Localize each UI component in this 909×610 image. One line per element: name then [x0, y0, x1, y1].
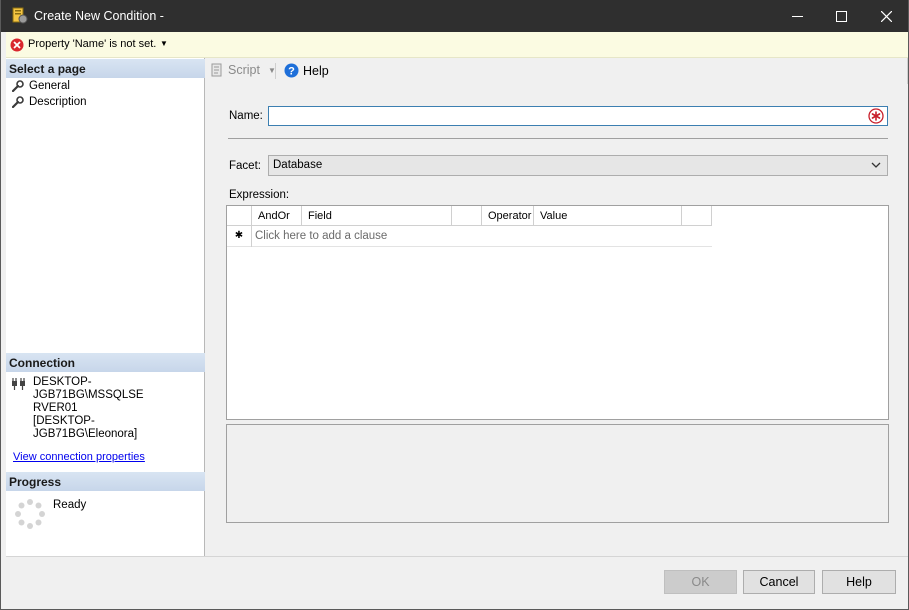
dialog-footer: OK Cancel Help [6, 556, 908, 609]
minimize-icon [791, 15, 803, 17]
ok-button[interactable]: OK [664, 570, 737, 594]
toolbar-edge [907, 58, 908, 84]
column-header-operator[interactable]: Operator [482, 206, 534, 226]
facet-label: Facet: [229, 160, 261, 172]
column-header-field-button [452, 206, 482, 226]
facet-selected-value: Database [273, 159, 323, 171]
connection-server-line1: DESKTOP-JGB71BG\MSSQLSE [33, 376, 144, 401]
connection-header: Connection [6, 353, 205, 372]
maximize-icon [835, 10, 847, 22]
toolbar-separator [275, 63, 276, 79]
grid-header: AndOr Field Operator Value [227, 206, 712, 226]
error-icon [10, 38, 24, 52]
chevron-down-icon [871, 162, 881, 168]
expression-grid: AndOr Field Operator Value ✱ Click here … [227, 206, 712, 247]
facet-select[interactable]: Database [268, 155, 888, 176]
form-divider [228, 138, 888, 139]
close-button[interactable] [863, 0, 909, 32]
script-icon [211, 63, 222, 77]
page-item-description[interactable]: Description [12, 94, 87, 110]
toolbar: Script ▼ ? Help [206, 58, 908, 84]
column-header-andor[interactable]: AndOr [252, 206, 302, 226]
banner-dropdown-icon[interactable]: ▼ [160, 39, 168, 48]
new-clause-row[interactable]: ✱ Click here to add a clause [227, 226, 712, 247]
help-icon: ? [284, 63, 299, 78]
minimize-button[interactable] [774, 0, 820, 32]
select-page-header: Select a page [6, 59, 205, 78]
validation-message: Property 'Name' is not set. [28, 38, 157, 50]
spinner-icon [15, 499, 45, 529]
column-header-value[interactable]: Value [534, 206, 682, 226]
create-new-condition-dialog: Create New Condition - Property 'Name' i… [0, 0, 909, 610]
add-clause-hint[interactable]: Click here to add a clause [255, 230, 387, 242]
right-pane: Script ▼ ? Help Name: Facet: Database Ex… [206, 58, 908, 556]
column-header-value-button [682, 206, 712, 226]
wrench-icon [12, 80, 24, 92]
script-button[interactable]: Script ▼ [210, 63, 276, 77]
expression-label: Expression: [229, 189, 290, 201]
validation-banner[interactable]: Property 'Name' is not set. ▼ [6, 32, 908, 58]
page-item-label: General [29, 80, 70, 92]
plug-icon [12, 378, 25, 390]
window-title: Create New Condition - [34, 9, 164, 23]
maximize-button[interactable] [818, 0, 864, 32]
progress-header: Progress [6, 472, 205, 491]
ssms-app-icon [12, 7, 28, 24]
connection-server-line2: RVER01 [33, 402, 78, 414]
view-connection-properties-link[interactable]: View connection properties [13, 451, 145, 463]
left-pane: Select a page General Description Connec… [6, 58, 205, 556]
script-label: Script [228, 63, 260, 77]
description-panel [226, 424, 889, 523]
page-item-general[interactable]: General [12, 78, 70, 94]
help-label: Help [303, 63, 329, 78]
progress-status: Ready [53, 499, 87, 511]
page-item-label: Description [29, 96, 87, 108]
grid-corner [227, 206, 252, 226]
toolbar-help-button[interactable]: ? Help [284, 63, 329, 78]
new-row-marker: ✱ [227, 226, 252, 247]
cancel-button[interactable]: Cancel [743, 570, 815, 594]
title-bar: Create New Condition - [1, 0, 908, 32]
expression-grid-container: AndOr Field Operator Value ✱ Click here … [226, 205, 889, 420]
name-input[interactable] [268, 106, 888, 126]
name-label: Name: [229, 110, 263, 122]
svg-text:?: ? [288, 66, 295, 78]
required-field-icon [868, 108, 884, 124]
help-button[interactable]: Help [822, 570, 896, 594]
column-header-field[interactable]: Field [302, 206, 452, 226]
connection-info: DESKTOP-JGB71BG\MSSQLSE RVER01 [DESKTOP-… [33, 376, 198, 441]
wrench-icon [12, 96, 24, 108]
connection-user: [DESKTOP-JGB71BG\Eleonora] [33, 415, 138, 440]
close-icon [880, 10, 892, 22]
